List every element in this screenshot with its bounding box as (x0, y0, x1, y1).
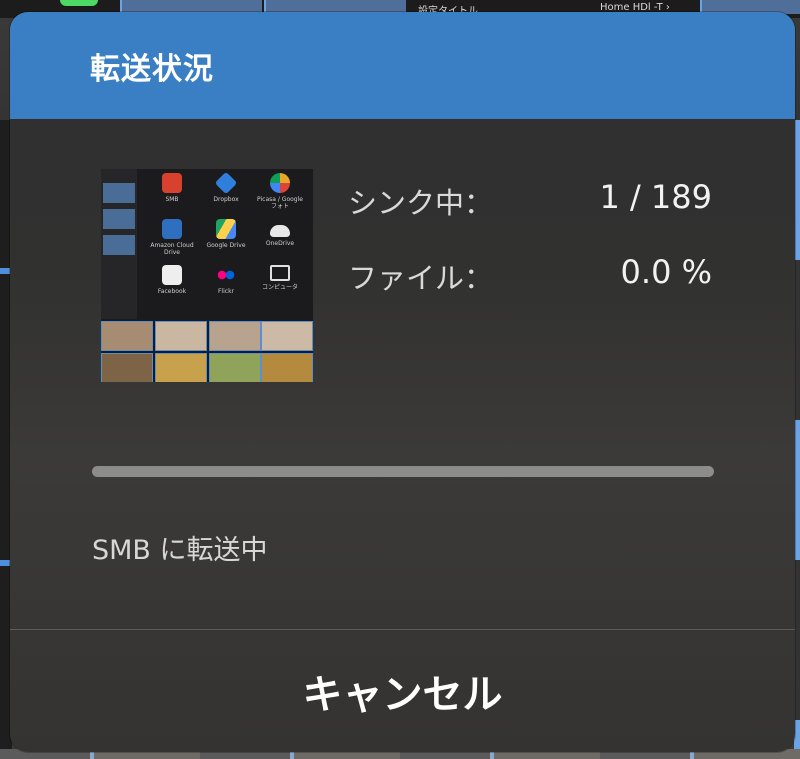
app-tile: Picasa / Google フォト (255, 173, 305, 210)
background-left-marker (0, 560, 10, 566)
dialog-title: 転送状況 (90, 52, 214, 87)
app-tile: SMB (147, 173, 197, 203)
amazon-cloud-drive-icon (162, 219, 182, 239)
app-tile: Flickr (201, 265, 251, 295)
app-tile: Google Drive (201, 219, 251, 249)
file-progress-value: 0.0 % (620, 253, 712, 291)
app-tile: OneDrive (255, 219, 305, 247)
facebook-icon (162, 265, 182, 285)
google-photos-icon (270, 173, 290, 193)
app-tile: Amazon Cloud Drive (147, 219, 197, 256)
file-label: ファイル： (348, 261, 494, 295)
page-indicator (251, 309, 277, 324)
cancel-button[interactable]: キャンセル (10, 630, 795, 752)
background-toggle (60, 0, 98, 6)
transfer-status-text: SMB に転送中 (92, 535, 268, 566)
thumbnail-app-grid: SMB Dropbox Picasa / Google フォト Amazon C… (141, 169, 313, 324)
transfer-progress-bar (92, 466, 714, 477)
background-left-marker (0, 268, 10, 274)
google-drive-icon (216, 219, 236, 239)
dialog-header: 転送状況 (10, 12, 795, 119)
app-tile: Dropbox (201, 171, 251, 203)
app-tile: Facebook (147, 265, 197, 295)
computer-icon (270, 265, 290, 281)
smb-icon (162, 173, 182, 193)
sync-label: シンク中： (348, 186, 494, 220)
app-tile: コンピュータ (255, 265, 305, 291)
transfer-status-dialog: 転送状況 SMB Dropbox Picasa / Google フォト Ama… (10, 12, 795, 752)
onedrive-icon (270, 225, 290, 237)
flickr-icon (216, 265, 236, 285)
dropbox-icon (214, 171, 238, 195)
sync-count-value: 1 / 189 (599, 178, 712, 216)
transfer-thumbnail: SMB Dropbox Picasa / Google フォト Amazon C… (101, 169, 313, 382)
thumbnail-photo-strip (101, 321, 313, 382)
thumbnail-sidebar (101, 169, 137, 319)
